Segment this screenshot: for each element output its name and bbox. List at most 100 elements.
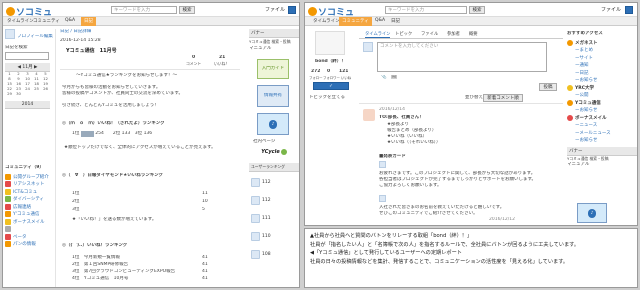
tab-overview[interactable]: 概要 <box>469 31 478 37</box>
recommend-item[interactable]: メガネスト <box>567 39 637 47</box>
community-item[interactable]: 公開グループ紹介 <box>5 173 51 181</box>
join-button[interactable]: ✓ <box>313 82 349 90</box>
timeline-main: タイムライン トピック ファイル 参加者 概要 コメントを入力してください 投稿… <box>359 31 563 225</box>
tab-timeline[interactable]: タイムライン <box>365 31 391 38</box>
recommend-item[interactable]: ー通知 <box>567 62 637 70</box>
community-item[interactable]: ボーナスメイル <box>5 218 51 226</box>
ycycle-banner[interactable]: YCycle <box>253 145 295 159</box>
ranking1-title: ◎（ｍ＾ｏ＾ｍ）いいね！（されたよ）ランキング <box>62 121 165 126</box>
post-line: ★いいね（（それいいね）） <box>387 140 441 145</box>
recommend-item[interactable]: ー日記 <box>567 69 637 77</box>
nav-community[interactable]: コミュニティ <box>33 18 60 24</box>
recommend-item[interactable]: ーお知らせ <box>567 107 637 115</box>
recommend-item[interactable]: ーメールニュース <box>567 129 637 137</box>
user-chip <box>80 131 94 137</box>
tab-file[interactable]: ファイル <box>421 31 438 37</box>
left-right-column: バナー Yコミュ通信 検索・投稿 マニュアル 入門ガイド 情報共有 ♪ 社内ペー… <box>249 29 299 287</box>
left-file-menu[interactable]: ファイル <box>265 6 285 13</box>
banner-text[interactable]: Yコミュ通信 検索・投稿 <box>249 39 299 45</box>
community-item[interactable] <box>5 226 51 234</box>
recommend-item[interactable]: ーサイト <box>567 54 637 62</box>
group-icon <box>567 84 573 91</box>
recommend-item[interactable]: ーニュース <box>567 122 637 130</box>
reply-avatar <box>379 161 386 168</box>
diary-search-input[interactable] <box>5 52 49 60</box>
reply-line: ご協力よろしくお願いします。 <box>379 183 442 188</box>
post-button[interactable]: 投稿 <box>539 83 557 91</box>
left-search-button[interactable]: 検索 <box>179 6 195 14</box>
profile-edit-link[interactable]: プロフィール編集 <box>17 34 53 40</box>
right-manual-label: マニュアル <box>567 162 590 167</box>
community-item[interactable]: Y'コミュ通信 <box>5 211 51 219</box>
community-item[interactable]: ベータ <box>5 233 51 241</box>
tab-topic[interactable]: トピック <box>395 31 412 37</box>
share-banner[interactable]: ♪ <box>257 113 289 135</box>
intro-line: 引き続き、どんどんYコミュを活用しましょう！ <box>62 103 159 108</box>
manual-banner[interactable]: 入門ガイド <box>257 59 289 79</box>
group-icon <box>5 181 11 188</box>
group-icon <box>5 233 11 240</box>
post-time: 2016/12/14 <box>379 107 405 112</box>
group-icon <box>5 173 11 180</box>
user-row[interactable]: 112 <box>251 173 297 191</box>
group-icon <box>5 241 11 248</box>
nav-timeline[interactable]: タイムライン <box>313 18 340 24</box>
create-topic-link[interactable]: トピックを立てる <box>309 95 345 101</box>
left-avatar[interactable] <box>288 6 296 14</box>
left-search-input[interactable]: キーワードを入力 <box>111 6 177 14</box>
recommend-item[interactable]: Yコミュ通信 <box>567 99 637 107</box>
user-row[interactable]: 111 <box>251 209 297 227</box>
recommend-item[interactable]: ボーナスメイル <box>567 114 637 122</box>
year-months <box>5 111 10 117</box>
bird-icon: ♪ <box>587 208 597 218</box>
recommend-item[interactable]: YRC大学 <box>567 84 637 92</box>
community-item[interactable]: ダイバーシティ <box>5 196 51 204</box>
post-title: TO:部長、社員さん！ <box>379 115 424 120</box>
attach-icon[interactable]: 📎 🖼 <box>381 75 397 81</box>
recommend-item[interactable]: ー公開 <box>567 92 637 100</box>
right-screenshot: ソコミュ キーワードを入力 検索 ファイル タイムライン コミュニティ Q&A … <box>304 2 638 226</box>
recommend-item[interactable]: ーお知らせ <box>567 77 637 85</box>
caption-box: ▲社員から社員へと質問のバトンをリレーする取組「bond（絆）！」 社員が「指名… <box>304 228 638 288</box>
right-nav: タイムライン コミュニティ Q&A 日記 <box>305 17 637 26</box>
nav-diary[interactable]: 日記 <box>391 18 400 24</box>
right-file-menu[interactable]: ファイル <box>601 6 621 13</box>
diary-search-label: 日記を検索 <box>5 45 28 50</box>
right-manual-banner[interactable]: ♪ <box>577 203 607 223</box>
ranking2-row: 2位 10 <box>72 199 208 204</box>
ranking1-row: 1位 254 2位 133 3位 136 <box>72 131 153 137</box>
right-search-input[interactable]: キーワードを入力 <box>385 6 467 14</box>
user-row[interactable]: 110 <box>251 227 297 245</box>
intro-heading: 〜Yコミュ通信★ランキングをお知らせします！〜 <box>76 73 178 78</box>
poster-avatar <box>363 42 373 52</box>
community-item[interactable]: 広報連絡 <box>5 203 51 211</box>
nav-diary[interactable]: 日記 <box>81 17 96 26</box>
user-ranking-list: 112 112 111 110 108 <box>251 173 297 263</box>
right-search-button[interactable]: 検索 <box>469 6 485 14</box>
nav-community[interactable]: コミュニティ <box>339 17 372 26</box>
recommend-item[interactable]: ーお知らせ <box>567 137 637 145</box>
nav-qa[interactable]: Q&A <box>65 18 75 23</box>
group-icon <box>5 196 11 203</box>
group-icon <box>567 114 573 121</box>
community-item[interactable]: リアシスネット <box>5 181 51 189</box>
post-textarea[interactable]: コメントを入力してください <box>377 42 547 72</box>
nav-timeline[interactable]: タイムライン <box>7 18 34 24</box>
breadcrumb[interactable]: 日記 / 日記詳細 <box>60 29 91 35</box>
recommend-item[interactable]: ーまとめ <box>567 47 637 55</box>
community-image <box>315 31 345 55</box>
nav-qa[interactable]: Q&A <box>375 18 385 23</box>
guide-banner[interactable]: 情報共有 <box>257 85 289 107</box>
sort-select[interactable]: 新着コメント順 <box>483 94 523 102</box>
avatar <box>251 177 260 187</box>
user-row[interactable]: 112 <box>251 191 297 209</box>
user-row[interactable]: 108 <box>251 245 297 263</box>
avatar <box>251 231 260 241</box>
community-item[interactable]: ICT&コミュ <box>5 188 51 196</box>
community-profile: bond（絆）！ 272 0 121 フォロー フォロワー いいね ✓ <box>309 31 355 91</box>
right-avatar[interactable] <box>625 6 633 14</box>
manual-label: マニュアル <box>249 46 272 51</box>
community-item[interactable]: パンの情報 <box>5 241 51 249</box>
tab-members[interactable]: 参加者 <box>447 31 460 37</box>
left-screenshot: ソコミュ キーワードを入力 検索 ファイル タイムライン コミュニティ Q&A … <box>2 2 300 288</box>
